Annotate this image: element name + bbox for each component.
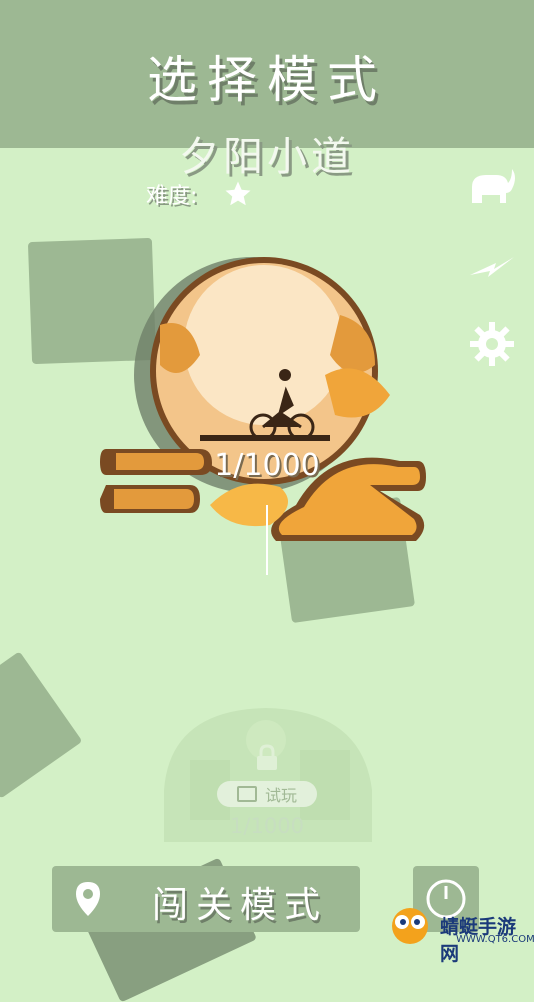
elephant-icon[interactable]: [466, 163, 518, 215]
difficulty-label: 难度:: [146, 184, 198, 209]
page-title: 选择模式: [147, 51, 387, 109]
tv-icon: [236, 786, 257, 802]
progress-pointer: [266, 505, 268, 575]
lock-icon: [257, 744, 277, 770]
watermark-url: WWW.QT6.COM: [456, 934, 534, 945]
trial-label: 试玩: [264, 786, 297, 805]
mode-label: 闯关模式: [152, 885, 329, 926]
trial-button[interactable]: 试玩: [217, 781, 317, 807]
location-pin-icon: [76, 882, 100, 916]
gear-icon[interactable]: [466, 318, 518, 370]
level-name: 夕阳小道: [179, 134, 355, 180]
star-icon: [225, 181, 251, 206]
decorative-square: [0, 651, 83, 799]
challenge-mode-button[interactable]: 闯关模式: [52, 866, 360, 932]
locked-level-progress: 1/1000: [230, 814, 304, 838]
difficulty-row: 难度:: [146, 178, 253, 210]
lightning-icon[interactable]: [466, 243, 518, 295]
level-progress: 1/1000: [214, 448, 320, 483]
